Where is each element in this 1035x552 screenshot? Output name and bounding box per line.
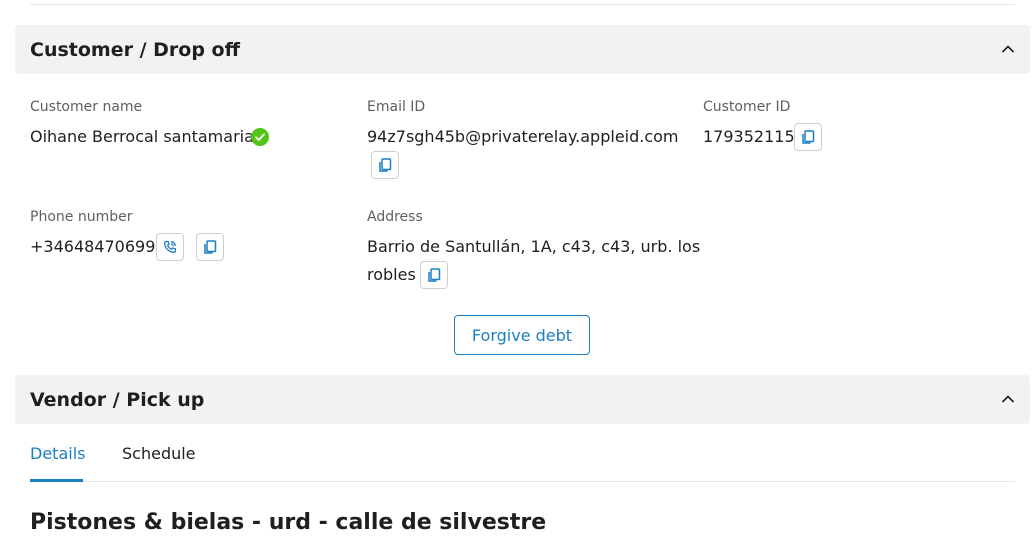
copy-address-button[interactable] (420, 261, 448, 289)
chevron-up-icon[interactable] (1000, 41, 1016, 57)
copy-customer-id-button[interactable] (794, 123, 822, 151)
copy-email-button[interactable] (371, 151, 399, 179)
tab-details[interactable]: Details (30, 444, 85, 463)
address-label: Address (367, 209, 423, 225)
chevron-up-icon[interactable] (1000, 391, 1016, 407)
copy-phone-button[interactable] (196, 233, 224, 261)
vendor-section-title: Vendor / Pick up (30, 388, 205, 411)
copy-icon (204, 240, 217, 254)
vendor-name: Pistones & bielas - urd - calle de silve… (30, 510, 547, 535)
active-tab-indicator (30, 479, 83, 482)
top-divider (30, 4, 1015, 5)
copy-icon (428, 268, 441, 282)
tabs-divider (30, 481, 1015, 482)
email-label: Email ID (367, 99, 426, 115)
check-circle-icon (251, 128, 269, 146)
customer-name-label: Customer name (30, 99, 143, 115)
copy-icon (802, 130, 815, 144)
address-line-2: robles (367, 265, 416, 284)
phone-call-icon (163, 240, 177, 254)
call-phone-button[interactable] (156, 233, 184, 261)
copy-icon (379, 158, 392, 172)
customer-section-title: Customer / Drop off (30, 38, 240, 61)
customer-section-header[interactable]: Customer / Drop off (15, 25, 1030, 74)
customer-name-value: Oihane Berrocal santamaria (30, 127, 254, 146)
customer-id-label: Customer ID (703, 99, 791, 115)
phone-label: Phone number (30, 209, 133, 225)
phone-value: +34648470699 (30, 237, 156, 256)
forgive-debt-button[interactable]: Forgive debt (454, 315, 590, 355)
address-line-1: Barrio de Santullán, 1A, c43, c43, urb. … (367, 237, 701, 256)
tab-schedule[interactable]: Schedule (122, 444, 196, 463)
email-value: 94z7sgh45b@privaterelay.appleid.com (367, 127, 679, 146)
customer-id-value: 179352115 (703, 127, 795, 146)
vendor-section-header[interactable]: Vendor / Pick up (15, 375, 1030, 424)
